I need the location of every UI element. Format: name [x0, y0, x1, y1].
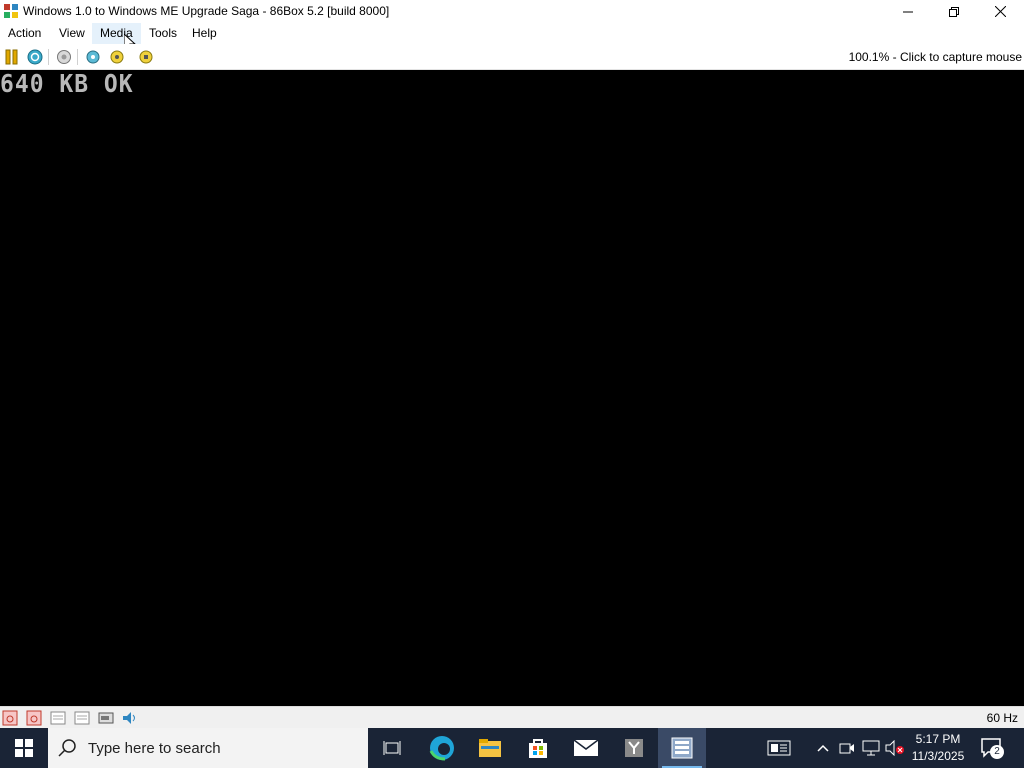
start-button[interactable] — [0, 728, 48, 768]
window-title: Windows 1.0 to Windows ME Upgrade Saga -… — [23, 4, 390, 18]
cdrom-2-icon[interactable] — [74, 710, 90, 726]
search-placeholder: Type here to search — [88, 740, 221, 757]
volume-button[interactable] — [885, 738, 905, 758]
load-state-button[interactable] — [108, 48, 126, 66]
capture-status[interactable]: 100.1% - Click to capture mouse — [849, 50, 1022, 64]
emulator-screen[interactable]: 640 KB OK — [0, 70, 1024, 706]
meet-button[interactable] — [837, 738, 857, 758]
menu-action[interactable]: Action — [0, 23, 49, 44]
settings-icon — [86, 50, 100, 64]
close-icon — [994, 6, 1006, 17]
clock-time: 5:17 PM — [915, 732, 961, 746]
save-state-button[interactable] — [137, 48, 155, 66]
menu-help[interactable]: Help — [184, 23, 225, 44]
toolbar: 100.1% - Click to capture mouse — [0, 44, 1024, 70]
86box-icon — [671, 737, 693, 759]
ctrl-alt-del-button[interactable] — [55, 48, 73, 66]
pause-button[interactable] — [3, 48, 21, 66]
store-button[interactable] — [514, 728, 562, 768]
toolbar-separator — [77, 49, 78, 65]
toolbar-separator — [48, 49, 49, 65]
restore-icon — [949, 6, 959, 17]
minimize-icon — [903, 11, 913, 12]
refresh-rate: 60 Hz — [986, 711, 1018, 725]
menu-tools[interactable]: Tools — [141, 23, 185, 44]
taskbar: Type here to search 5:17 PM 11/3/2025 2 — [0, 728, 1024, 768]
cdrom-1-icon[interactable] — [50, 710, 66, 726]
notification-center-button[interactable]: 2 — [980, 736, 1004, 760]
search-icon — [58, 739, 76, 757]
clock[interactable]: 5:17 PM 11/3/2025 — [906, 731, 970, 765]
meet-icon — [839, 743, 854, 754]
network-button[interactable] — [861, 738, 881, 758]
y-app-icon — [625, 739, 643, 757]
restore-button[interactable] — [931, 0, 977, 23]
edge-icon — [429, 736, 454, 761]
sound-icon[interactable] — [122, 710, 138, 726]
clock-date: 11/3/2025 — [911, 749, 965, 763]
menu-bar: Action View Media Tools Help — [0, 23, 1024, 53]
pause-icon — [5, 49, 18, 65]
load-state-icon — [110, 50, 124, 64]
news-button[interactable] — [767, 738, 791, 758]
floppy-a-icon[interactable] — [2, 710, 18, 726]
chevron-up-icon — [817, 744, 829, 752]
file-explorer-icon — [479, 739, 501, 757]
file-explorer-button[interactable] — [466, 728, 514, 768]
menu-view[interactable]: View — [51, 23, 93, 44]
close-button[interactable] — [977, 0, 1023, 23]
store-icon — [529, 739, 547, 758]
mail-button[interactable] — [562, 728, 610, 768]
reset-button[interactable] — [26, 48, 44, 66]
windows-logo-icon — [15, 739, 33, 757]
title-bar: Windows 1.0 to Windows ME Upgrade Saga -… — [0, 0, 1024, 23]
task-view-icon — [383, 741, 401, 755]
ctrl-alt-del-icon — [57, 50, 71, 64]
y-app-button[interactable] — [610, 728, 658, 768]
task-view-button[interactable] — [368, 728, 416, 768]
network-icon — [862, 740, 880, 756]
status-bar: 60 Hz — [0, 706, 1024, 729]
memory-check-text: 640 KB OK — [0, 70, 134, 99]
86box-app-icon[interactable] — [3, 3, 19, 19]
settings-button[interactable] — [84, 48, 102, 66]
notification-count: 2 — [990, 745, 1004, 759]
minimize-button[interactable] — [885, 0, 931, 23]
save-state-icon — [139, 50, 153, 64]
reset-icon — [27, 49, 43, 65]
86box-taskbar-button[interactable] — [658, 728, 706, 768]
edge-button[interactable] — [418, 728, 466, 768]
mail-icon — [574, 740, 598, 756]
search-box[interactable]: Type here to search — [48, 728, 368, 768]
show-hidden-icons-button[interactable] — [813, 738, 833, 758]
volume-muted-icon — [885, 740, 904, 756]
floppy-b-icon[interactable] — [26, 710, 42, 726]
news-icon — [767, 740, 791, 756]
hard-disk-icon[interactable] — [98, 710, 114, 726]
